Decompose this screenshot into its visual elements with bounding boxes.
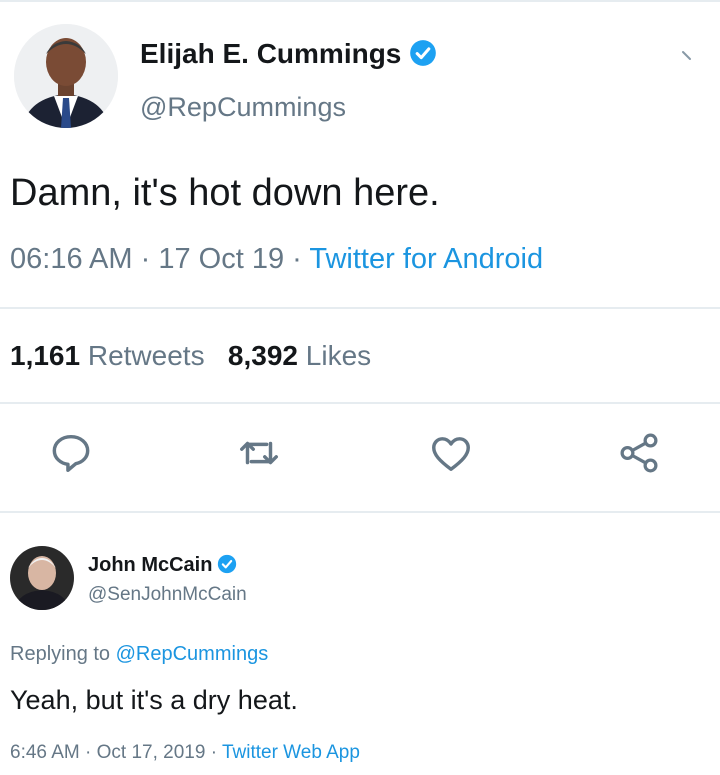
author-name-text: John McCain xyxy=(88,554,213,576)
divider xyxy=(0,402,720,404)
divider xyxy=(0,511,720,513)
engagement-stats: 1,161 Retweets 8,392 Likes xyxy=(10,340,371,372)
tweet-source[interactable]: Twitter Web App xyxy=(222,742,360,763)
meta-separator: · xyxy=(292,243,302,275)
share-icon[interactable] xyxy=(616,430,662,476)
chevron-down-icon[interactable] xyxy=(680,48,696,64)
top-divider xyxy=(0,0,720,2)
verified-badge-icon xyxy=(218,554,237,574)
reply-icon[interactable] xyxy=(48,430,94,476)
tweet-date[interactable]: Oct 17, 2019 xyxy=(97,742,206,763)
likes-stat[interactable]: 8,392 Likes xyxy=(228,340,371,371)
tweet-text: Damn, it's hot down here. xyxy=(10,172,440,214)
retweet-icon[interactable] xyxy=(236,430,282,476)
tweet-source[interactable]: Twitter for Android xyxy=(309,243,543,275)
author-name[interactable]: Elijah E. Cummings xyxy=(140,38,437,70)
author-name-text: Elijah E. Cummings xyxy=(140,38,402,69)
replying-to-handle[interactable]: @RepCummings xyxy=(116,643,269,665)
likes-label: Likes xyxy=(305,340,372,371)
retweets-stat[interactable]: 1,161 Retweets xyxy=(10,340,205,371)
tweet-time[interactable]: 6:46 AM xyxy=(10,742,80,763)
likes-count: 8,392 xyxy=(227,340,298,371)
tweet-date[interactable]: 17 Oct 19 xyxy=(158,243,284,275)
author-name[interactable]: John McCain xyxy=(88,554,237,577)
avatar[interactable] xyxy=(10,546,74,610)
author-handle[interactable]: @SenJohnMcCain xyxy=(88,584,247,606)
avatar[interactable] xyxy=(14,24,118,128)
meta-separator: · xyxy=(85,742,92,763)
tweet-meta: 6:46 AM · Oct 17, 2019 · Twitter Web App xyxy=(10,742,360,764)
replying-to-prefix: Replying to xyxy=(10,643,111,665)
author-handle[interactable]: @RepCummings xyxy=(140,92,346,123)
meta-separator: · xyxy=(140,243,151,275)
meta-separator: · xyxy=(210,742,218,763)
tweet-text: Yeah, but it's a dry heat. xyxy=(10,685,298,715)
avatar-portrait-image xyxy=(10,546,74,610)
retweets-count: 1,161 xyxy=(10,340,81,371)
verified-badge-icon xyxy=(410,40,437,66)
tweet-time[interactable]: 06:16 AM xyxy=(10,243,133,275)
avatar-portrait-image xyxy=(14,24,118,128)
tweet-meta: 06:16 AM · 17 Oct 19 · Twitter for Andro… xyxy=(10,243,543,276)
retweets-label: Retweets xyxy=(87,340,205,371)
divider xyxy=(0,307,720,309)
like-icon[interactable] xyxy=(428,430,474,476)
replying-to: Replying to @RepCummings xyxy=(10,643,268,666)
